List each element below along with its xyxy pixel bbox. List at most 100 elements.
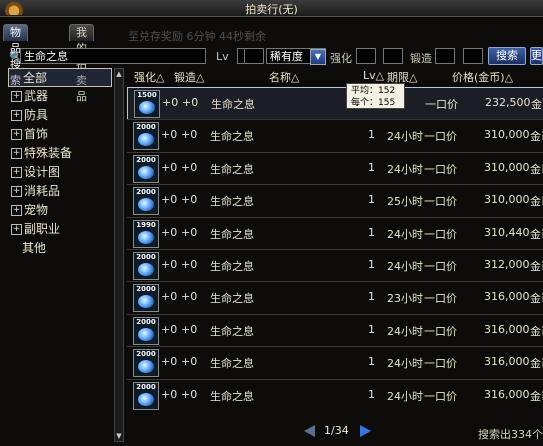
category-subjob[interactable]: + 副职业 [8,220,112,239]
rarity-dropdown-icon[interactable]: ▼ [310,49,326,65]
expand-plus-icon[interactable]: + [11,186,22,197]
forge-cell: +0 [181,355,198,369]
header-price[interactable]: 价格(金币)△ [452,69,513,85]
table-row[interactable]: 2000 +0+0 生命之息 1 24小时一口价 316,000金币 [127,313,543,346]
search-input[interactable]: 生命之息 [20,48,206,64]
scroll-up-icon[interactable]: ▲ [115,70,123,78]
item-icon[interactable]: 2000 [133,187,159,216]
price-type-cell: 一口价 [424,357,457,371]
forge-cell: +0 [182,96,199,109]
item-icon[interactable]: 2000 [133,122,159,151]
forge-cell: +0 [181,160,198,174]
category-all[interactable]: 全部 [8,68,112,87]
header-level[interactable]: Lv△ [363,69,384,82]
orb-icon [138,327,154,341]
item-icon[interactable]: 1990 [133,219,159,248]
level-max-input[interactable] [244,48,264,64]
header-enhance[interactable]: 强化△ [134,69,164,85]
category-special-equipment[interactable]: + 特殊装备 [8,144,112,163]
next-page-icon[interactable] [360,425,371,437]
expand-plus-icon[interactable]: + [11,167,22,178]
orb-icon [138,165,154,179]
period-cell: 25小时 [387,195,423,209]
enhance-cell: +0 [161,258,178,271]
orb-icon [138,392,154,406]
price-cell: 312,000 [484,258,530,271]
level-cell: 1 [368,128,375,142]
enhance-min-input[interactable] [356,48,376,64]
page-indicator: 1/34 [324,424,349,437]
forge-label: 锻造 [410,52,432,65]
tab-item-search[interactable]: 物品搜索 [3,24,28,87]
name-cell: 生命之息 [210,292,254,306]
category-scrollbar[interactable]: ▲ ▼ [114,68,124,442]
expand-plus-icon[interactable]: + [11,129,22,140]
item-icon[interactable]: 2000 [133,284,159,313]
item-icon[interactable]: 2000 [133,154,159,183]
tab-my-auctions[interactable]: 我的拍卖品 [69,24,94,103]
orb-icon [139,101,155,114]
table-row[interactable]: 2000 +0+0 生命之息 1 24小时一口价 312,000金币 [127,249,543,281]
table-row[interactable]: 1990 +0+0 生命之息 1 24小时一口价 310,440金币 [127,216,543,249]
item-icon[interactable]: 2000 [133,349,159,378]
table-row[interactable]: 2000 +0+0 生命之息 1 24小时一口价 316,000金币 [127,378,543,411]
price-cell: 310,000 [484,128,530,142]
period-cell: 24小时 [387,227,423,241]
category-other[interactable]: 其他 [8,239,112,258]
item-icon[interactable]: 2000 [133,252,159,280]
name-cell: 生命之息 [211,98,255,111]
forge-min-input[interactable] [435,48,455,64]
more-button[interactable]: 更 [530,47,543,65]
category-weapon[interactable]: + 武器 [8,87,112,106]
prev-page-icon[interactable] [304,425,315,437]
category-consumable[interactable]: + 消耗品 [8,182,112,201]
name-cell: 生命之息 [210,162,254,176]
price-cell: 310,440 [484,225,530,239]
unit-cell: 金币 [530,389,543,403]
expand-plus-icon[interactable]: + [11,224,22,235]
forge-max-input[interactable] [463,48,483,64]
period-cell: 24小时 [387,162,423,176]
table-row[interactable]: 2000 +0+0 生命之息 1 23小时一口价 316,000金币 [127,281,543,313]
expand-plus-icon[interactable]: + [11,205,22,216]
level-cell: 1 [368,322,375,336]
window-title: 拍卖行(无) [245,3,298,16]
table-row[interactable]: 2000 +0+0 生命之息 1 24小时一口价 316,000金币 [127,346,543,378]
category-armor[interactable]: + 防具 [8,106,112,125]
orb-icon [138,133,154,147]
price-type-cell: 一口价 [424,162,457,176]
tooltip-average: 平均：152 [351,86,396,96]
scroll-down-icon[interactable]: ▼ [115,432,123,440]
enhance-max-input[interactable] [383,48,403,64]
level-cell: 1 [368,258,375,271]
price-type-cell: 一口价 [424,389,457,403]
item-icon-label: 2000 [136,253,156,261]
expand-plus-icon[interactable]: + [11,110,22,121]
name-cell: 生命之息 [210,195,254,209]
table-row[interactable]: 2000 +0+0 生命之息 1 24小时一口价 310,000金币 [127,151,543,184]
expand-plus-icon[interactable]: + [11,91,22,102]
table-row[interactable]: 2000 +0+0 生命之息 1 25小时一口价 310,000金币 [127,184,543,216]
item-icon[interactable]: 2000 [133,316,159,345]
enhance-cell: +0 [161,225,178,239]
orb-icon [138,360,154,374]
expand-plus-icon[interactable]: + [11,148,22,159]
item-icon[interactable]: 1500 [134,90,160,118]
price-type-cell: 一口价 [424,324,457,338]
orb-icon [138,263,154,276]
table-row[interactable]: 2000 +0+0 生命之息 1 24小时一口价 310,000金币 [127,119,543,151]
price-type-cell: 一口价 [424,292,457,306]
header-name[interactable]: 名称△ [269,69,299,85]
category-accessory[interactable]: + 首饰 [8,125,112,144]
price-type-cell: 一口价 [425,98,458,111]
forge-cell: +0 [181,258,198,271]
category-label: 副职业 [24,222,61,236]
search-button[interactable]: 搜索 [488,47,526,65]
category-pet[interactable]: + 宠物 [8,201,112,220]
header-forge[interactable]: 锻造△ [174,69,204,85]
category-label: 特殊装备 [24,146,73,160]
price-cell: 316,000 [484,290,530,304]
item-icon[interactable]: 2000 [133,381,159,410]
category-blueprint[interactable]: + 设计图 [8,163,112,182]
table-row[interactable]: 1500+0+0生命之息时一口价232,500金币 [127,87,543,120]
